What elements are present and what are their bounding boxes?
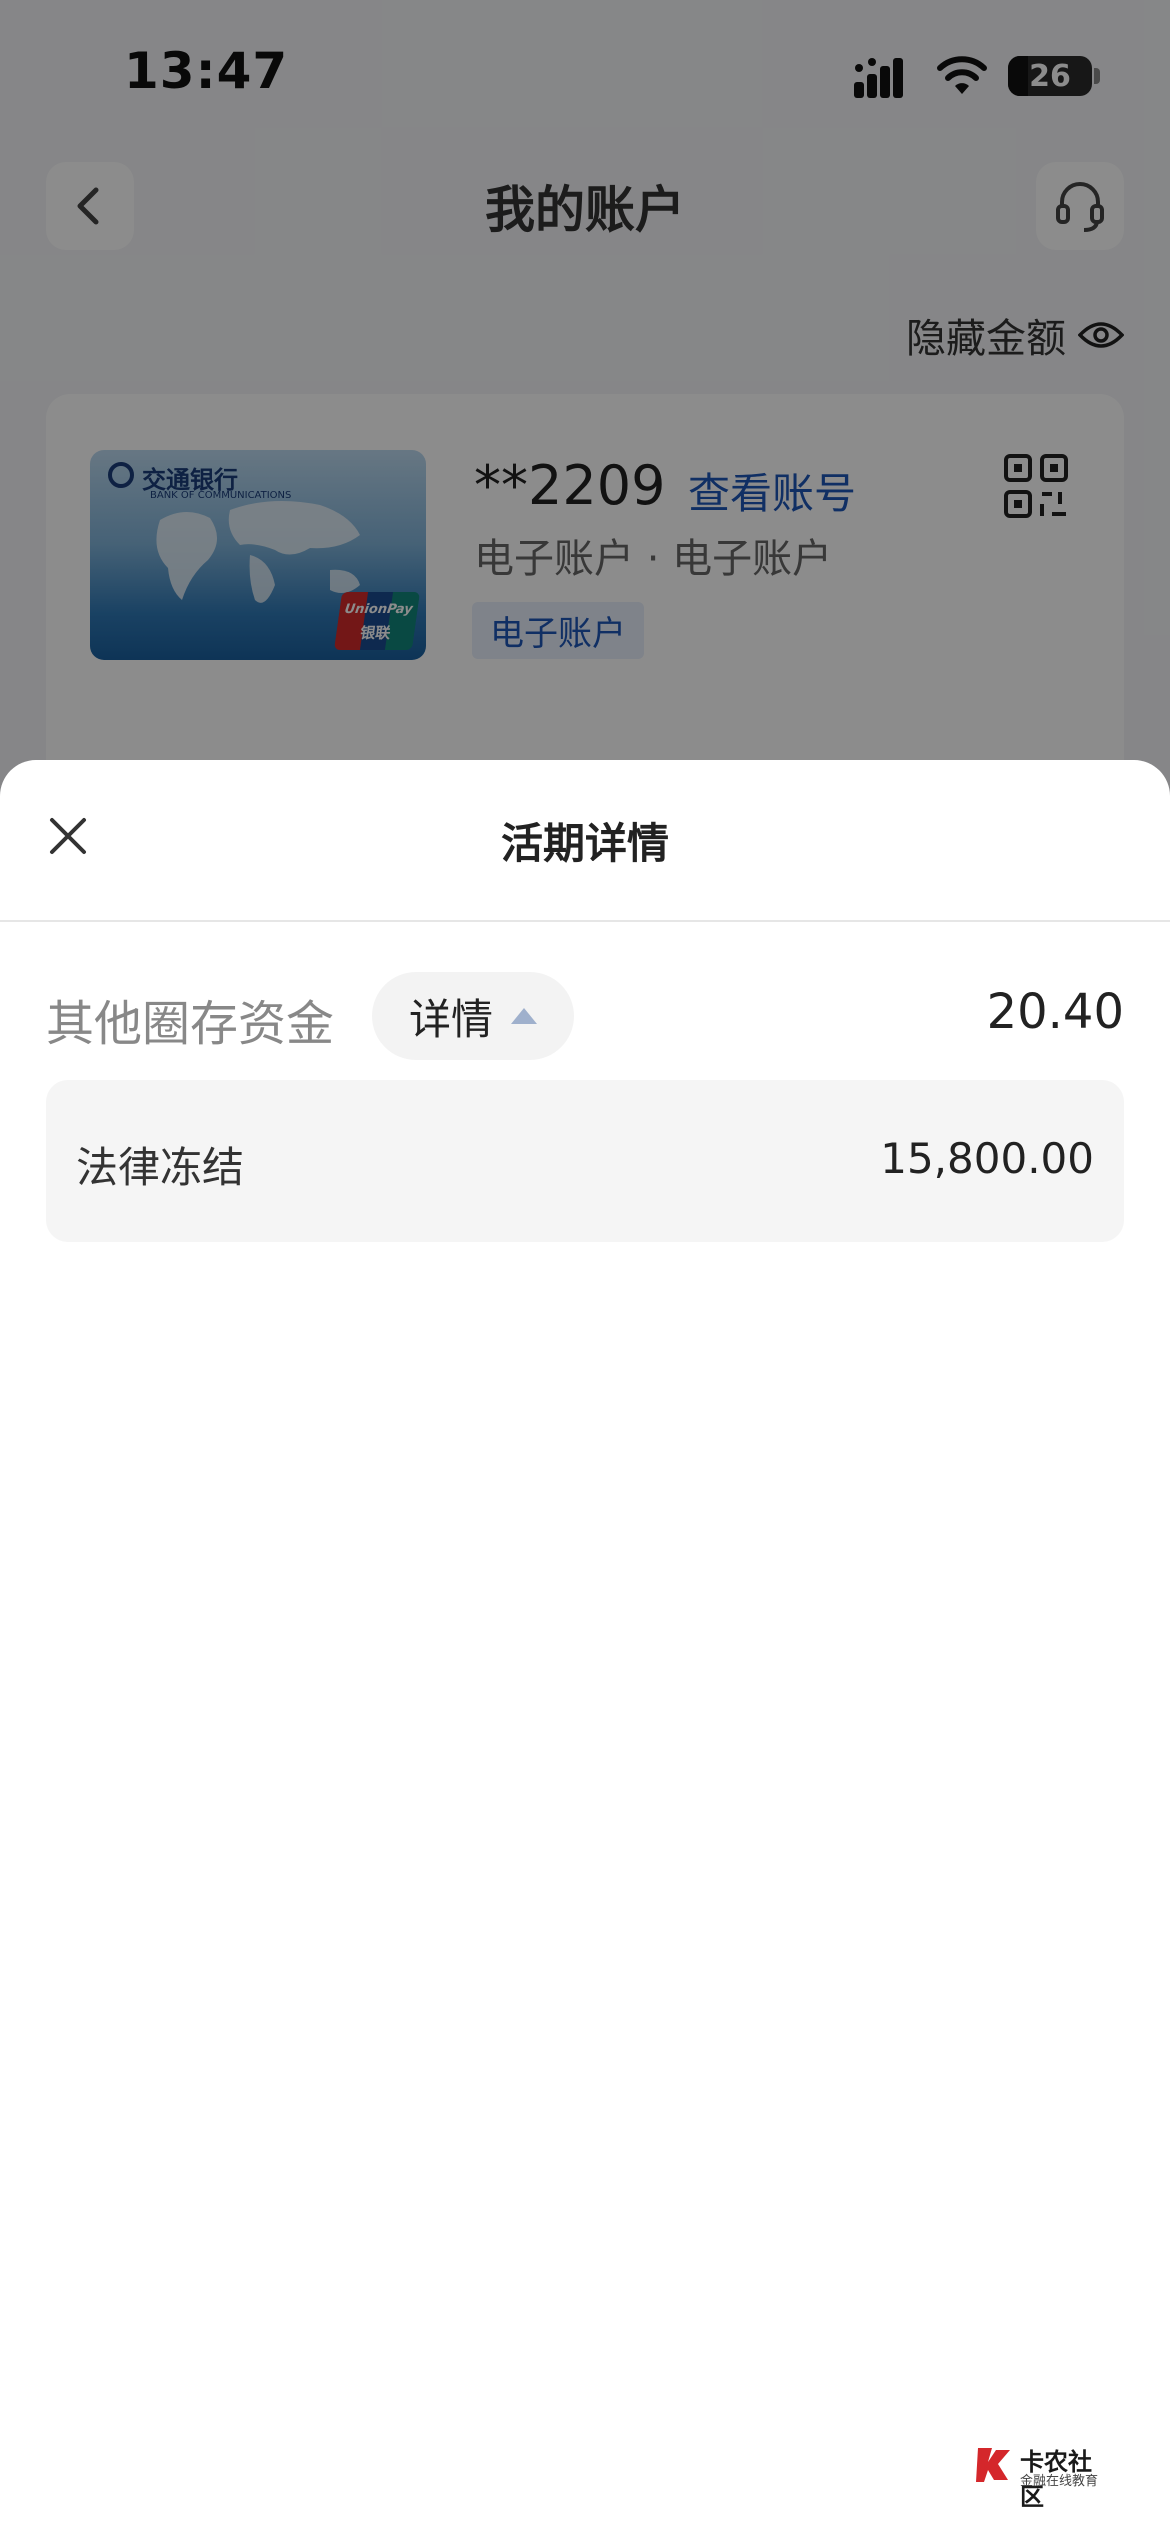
- frozen-funds-row: 其他圈存资金 详情 20.40: [46, 966, 1124, 1066]
- legal-freeze-value: 15,800.00: [880, 1134, 1094, 1183]
- caret-up-icon: [511, 1008, 537, 1024]
- watermark: 卡农社区 金融在线教育: [974, 2442, 1114, 2511]
- watermark-logo-icon: [976, 2448, 1010, 2482]
- frozen-funds-label: 其他圈存资金: [46, 996, 335, 1052]
- legal-freeze-label: 法律冻结: [76, 1143, 245, 1192]
- details-toggle-label: 详情: [408, 994, 493, 1044]
- sheet-title: 活期详情: [500, 819, 669, 868]
- details-toggle-button[interactable]: 详情: [372, 972, 574, 1060]
- sheet-header: 活期详情: [0, 760, 1170, 922]
- current-account-detail-sheet: 活期详情 其他圈存资金 详情 20.40 法律冻结 15,800.00: [0, 760, 1170, 2532]
- legal-freeze-item: 法律冻结 15,800.00: [46, 1080, 1124, 1242]
- frozen-funds-value: 20.40: [986, 984, 1124, 1040]
- watermark-subtitle: 金融在线教育: [1020, 2474, 1099, 2489]
- account-screen: 13:47 26 我的账户 隐藏金额 交通银行 BANK OF COMMUNIC…: [0, 0, 1170, 2532]
